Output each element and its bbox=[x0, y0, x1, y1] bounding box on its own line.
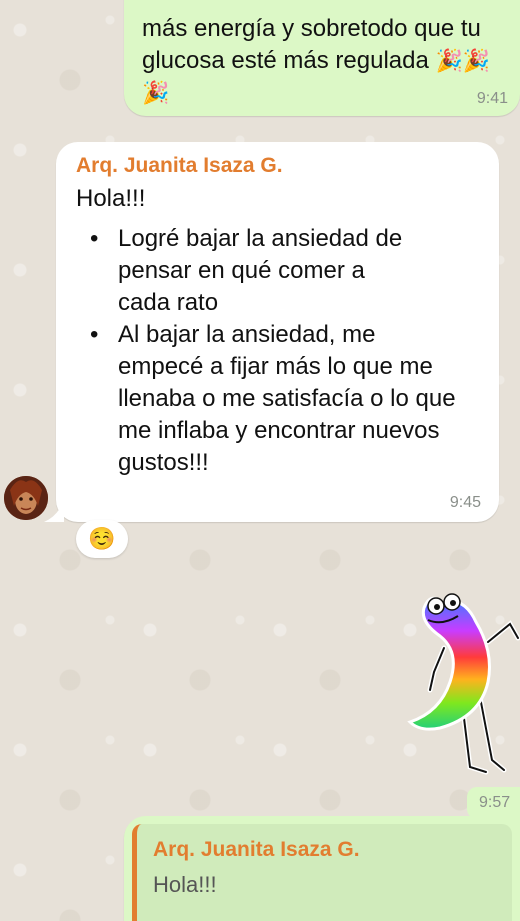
sticker-time-chip: 9:57 bbox=[467, 787, 520, 819]
sticker-message[interactable] bbox=[400, 582, 520, 782]
smiling-face-emoji: ☺️ bbox=[88, 526, 116, 551]
bullet-list: Logré bajar la ansiedad de pensar en qué… bbox=[76, 223, 486, 479]
avatar[interactable] bbox=[4, 476, 48, 520]
party-popper-emoji: 🎉 bbox=[142, 80, 170, 105]
bullet-item: Al bajar la ansiedad, me empecé a fijar … bbox=[76, 319, 466, 479]
quoted-message-text: Hola!!! bbox=[153, 872, 217, 897]
message-text: más energía y sobretodo que tu glucosa e… bbox=[142, 13, 512, 109]
outgoing-message-bubble[interactable]: más energía y sobretodo que tu glucosa e… bbox=[124, 0, 520, 116]
message-time: 9:41 bbox=[476, 90, 508, 107]
outgoing-reply-bubble[interactable]: Arq. Juanita Isaza G. Hola!!! bbox=[124, 816, 520, 921]
bullet-item: Logré bajar la ansiedad de pensar en qué… bbox=[76, 223, 416, 319]
sender-name[interactable]: Arq. Juanita Isaza G. bbox=[76, 154, 283, 178]
quoted-sender-name: Arq. Juanita Isaza G. bbox=[153, 838, 360, 861]
avatar-image bbox=[4, 476, 48, 520]
incoming-message-bubble[interactable]: Arq. Juanita Isaza G. Hola!!! Logré baja… bbox=[56, 142, 499, 522]
reaction-chip[interactable]: ☺️ bbox=[76, 520, 128, 558]
message-time: 9:57 bbox=[479, 794, 511, 811]
message-text: Hola!!! Logré bajar la ansiedad de pensa… bbox=[76, 183, 486, 479]
rainbow-worm-sticker bbox=[407, 593, 520, 775]
greeting-text: Hola!!! bbox=[76, 185, 146, 212]
message-time: 9:45 bbox=[449, 494, 481, 511]
quoted-message[interactable]: Arq. Juanita Isaza G. Hola!!! bbox=[132, 824, 512, 921]
party-popper-emoji: 🎉🎉 bbox=[435, 48, 491, 73]
